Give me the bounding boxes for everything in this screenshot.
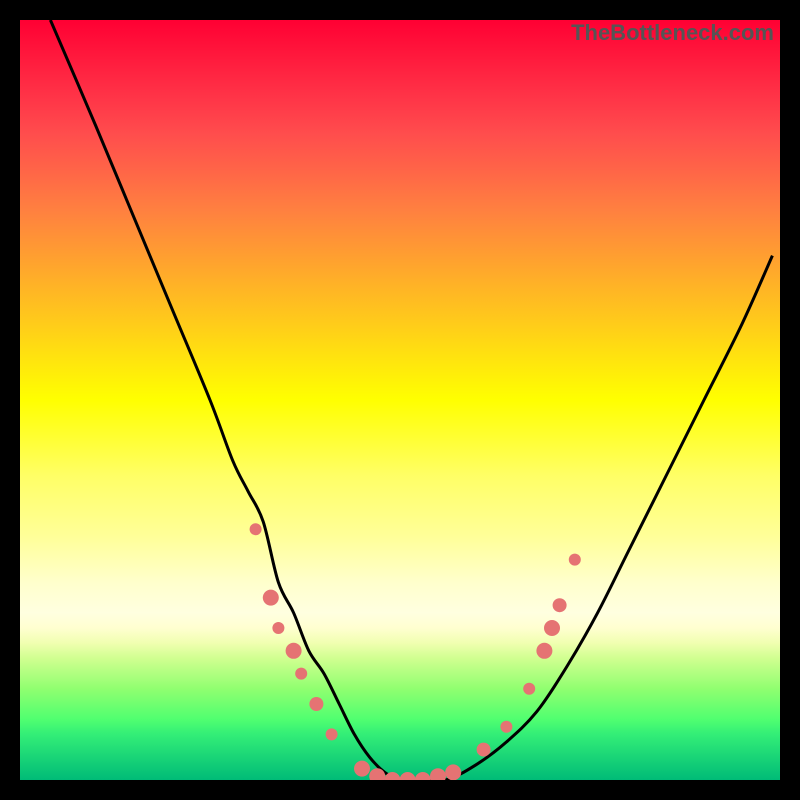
data-marker [445, 764, 461, 780]
data-marker [569, 554, 581, 566]
data-marker [415, 772, 431, 780]
curve-path-group [50, 20, 772, 780]
data-marker [354, 761, 370, 777]
data-marker [309, 697, 323, 711]
plot-area: TheBottleneck.com [20, 20, 780, 780]
data-marker [272, 622, 284, 634]
data-marker [544, 620, 560, 636]
data-marker [536, 643, 552, 659]
chart-container: TheBottleneck.com [0, 0, 800, 800]
data-marker [553, 598, 567, 612]
marker-group [250, 523, 581, 780]
data-marker [326, 728, 338, 740]
data-marker [430, 768, 446, 780]
bottleneck-curve [50, 20, 772, 780]
data-marker [500, 721, 512, 733]
bottleneck-curve-svg [20, 20, 780, 780]
data-marker [250, 523, 262, 535]
data-marker [286, 643, 302, 659]
data-marker [477, 743, 491, 757]
data-marker [400, 772, 416, 780]
data-marker [263, 590, 279, 606]
data-marker [523, 683, 535, 695]
data-marker [295, 668, 307, 680]
